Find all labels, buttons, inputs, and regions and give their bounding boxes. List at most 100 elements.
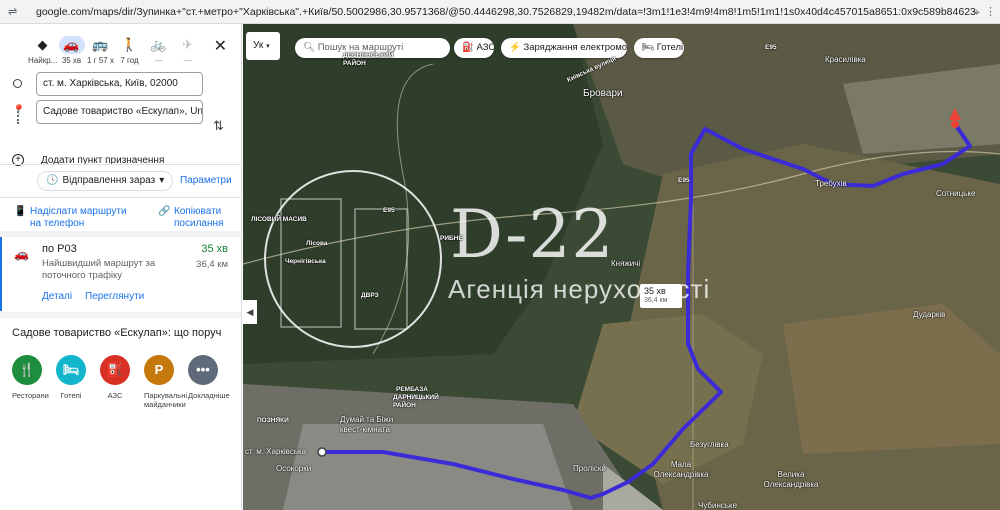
watermark-badge: ДВРЗ: [361, 292, 379, 299]
route-description: Найшвидший маршрут за поточного трафіку: [42, 258, 156, 281]
route-distance: 36,4 км: [196, 259, 228, 270]
watermark-title: D-22: [450, 196, 615, 273]
place-label: Сотницьке: [936, 189, 976, 198]
origin-input[interactable]: ст. м. Харківська, Київ, 02000: [36, 72, 203, 96]
chip-gas-stations[interactable]: ⛽ АЗС: [454, 38, 494, 58]
diamond-directions-icon: ◆: [37, 37, 48, 52]
chip-hotels[interactable]: 🛏 Готелі: [634, 38, 684, 58]
route-details-link[interactable]: Деталі: [42, 291, 72, 302]
gas-station-icon: ⛽: [100, 355, 130, 385]
close-icon[interactable]: ✕: [214, 36, 227, 56]
nearby-title: Садове товариство «Ескулап»: що поруч: [12, 327, 222, 339]
place-label: ПОЗНЯКИ: [257, 417, 289, 424]
browser-address-bar: ⇌ google.com/maps/dir/Зупинка+"ст.+метро…: [0, 0, 1000, 24]
category-label: Ресторани: [12, 391, 49, 400]
location-icon[interactable]: ⌖: [973, 5, 980, 20]
hotel-icon: 🛏: [56, 355, 86, 385]
mode-cycling[interactable]: 🚲 —: [144, 36, 173, 68]
place-label: РЕМБАЗА: [396, 386, 428, 393]
airplane-icon: ✈: [182, 37, 193, 52]
category-gas-stations[interactable]: ⛽ АЗС: [100, 355, 130, 409]
category-label: Паркувальні майданчики: [144, 391, 188, 409]
category-more[interactable]: ••• Докладніше: [188, 355, 230, 409]
more-icon[interactable]: ⋮: [985, 5, 996, 18]
callout-distance: 36,4 км: [644, 297, 668, 304]
url-text[interactable]: google.com/maps/dir/Зупинка+"ст.+метро+"…: [36, 6, 976, 18]
divider: [0, 197, 241, 198]
route-name: по Р03: [42, 243, 77, 255]
place-label: Чубинське: [698, 501, 738, 510]
category-hotels[interactable]: 🛏 Готелі: [56, 355, 86, 409]
destination-row: 📍 Садове товариство «Ескулап», Unnamed R…: [10, 100, 210, 124]
category-restaurants[interactable]: 🍴 Ресторани: [12, 355, 49, 409]
place-label: Княжичі: [611, 259, 641, 268]
place-label: Бровари: [583, 88, 623, 99]
input-language-button[interactable]: Ук ▾: [246, 32, 280, 60]
car-icon: 🚗: [58, 36, 85, 54]
mode-walking[interactable]: 🚶 7 год: [115, 36, 144, 68]
mode-recommended[interactable]: ◆ Найкр...: [28, 36, 57, 68]
category-parking[interactable]: P Паркувальні майданчики: [144, 355, 187, 409]
restaurant-icon: 🍴: [12, 355, 42, 385]
place-label: Требухів: [815, 179, 847, 188]
chip-label: АЗС: [476, 42, 494, 53]
place-label: Красилівка: [825, 55, 866, 64]
road-shield: E95: [765, 44, 777, 51]
language-label: Ук: [253, 40, 264, 51]
swap-icon[interactable]: ⇅: [213, 118, 224, 134]
divider: [0, 164, 241, 165]
category-label: АЗС: [107, 391, 123, 400]
travel-modes: ◆ Найкр... 🚗 35 хв 🚌 1 г 57 х 🚶 7 год 🚲 …: [0, 24, 241, 68]
route-time-callout[interactable]: 35 хв 36,4 км: [640, 284, 682, 308]
ev-charging-icon: ⚡: [509, 42, 521, 53]
bicycle-icon: 🚲: [150, 37, 167, 52]
search-icon: 🔍︎: [303, 42, 316, 53]
hotel-icon: 🛏: [642, 42, 655, 53]
place-label: Проліски: [573, 464, 606, 473]
parking-icon: P: [144, 355, 174, 385]
car-icon: 🚗: [14, 247, 29, 261]
road-shield: E95: [383, 207, 395, 214]
gas-station-icon: ⛽: [462, 42, 474, 53]
place-label: РИБНЕ: [440, 235, 463, 242]
mode-transit[interactable]: 🚌 1 г 57 х: [86, 36, 115, 68]
mode-label: 7 год: [120, 56, 139, 65]
depart-now-dropdown[interactable]: 🕓 Відправлення зараз ▾: [37, 171, 174, 191]
mode-label: 35 хв: [61, 56, 82, 65]
copy-link-button[interactable]: 🔗 Копіювати посилання: [158, 206, 223, 229]
depart-now-label: Відправлення зараз: [62, 175, 156, 186]
map-canvas[interactable]: Ук ▾ 🔍︎ Пошук на маршруті ⛽ АЗС ⚡ Зарядж…: [243, 24, 1000, 510]
place-label: Дударків: [913, 310, 946, 319]
clock-icon: 🕓: [46, 175, 59, 186]
place-label: Велика Олександрівка: [763, 470, 819, 489]
nearby-categories: 🍴 Ресторани 🛏 Готелі ⛽ АЗС P Паркувальні…: [12, 355, 230, 409]
directions-panel: ◆ Найкр... 🚗 35 хв 🚌 1 г 57 х 🚶 7 год 🚲 …: [0, 24, 242, 510]
mode-label: —: [154, 56, 163, 65]
callout-time: 35 хв: [644, 286, 666, 296]
category-label: Готелі: [60, 391, 82, 400]
mode-label: —: [183, 56, 192, 65]
bus-icon: 🚌: [92, 37, 109, 52]
origin-map-label: ст. м. Харківська: [245, 447, 307, 456]
place-label: ДЕСНЯНСЬКИЙ РАЙОН: [343, 52, 394, 67]
route-card[interactable]: 🚗 по Р03 35 хв Найшвидший маршрут за пот…: [0, 237, 241, 311]
place-label: ЛІСОВИЙ МАСИВ: [251, 216, 307, 223]
metro-label: Чернігівська: [285, 258, 326, 265]
mode-flight[interactable]: ✈ —: [173, 36, 202, 68]
chip-label: Готелі: [656, 42, 684, 53]
mode-label: Найкр...: [28, 56, 58, 65]
place-label: Мала Олександрівка: [653, 460, 709, 479]
chip-ev-charging[interactable]: ⚡ Заряджання електромобілів: [501, 38, 627, 58]
route-time: 35 хв: [201, 243, 228, 255]
destination-input[interactable]: Садове товариство «Ескулап», Unnamed Roa…: [36, 100, 203, 124]
send-to-phone-button[interactable]: 📱 Надіслати маршрути на телефон: [14, 206, 127, 229]
chip-label: Заряджання електромобілів: [523, 42, 627, 53]
mode-driving[interactable]: 🚗 35 хв: [57, 36, 86, 68]
site-settings-icon[interactable]: ⇌: [8, 5, 22, 19]
destination-pin-icon: 📍: [12, 105, 26, 117]
options-link[interactable]: Параметри: [180, 175, 232, 186]
route-preview-link[interactable]: Переглянути: [85, 291, 144, 302]
link-icon: 🔗: [158, 206, 171, 217]
road-shield: E95: [678, 177, 690, 184]
collapse-panel-button[interactable]: ◀: [243, 300, 257, 324]
